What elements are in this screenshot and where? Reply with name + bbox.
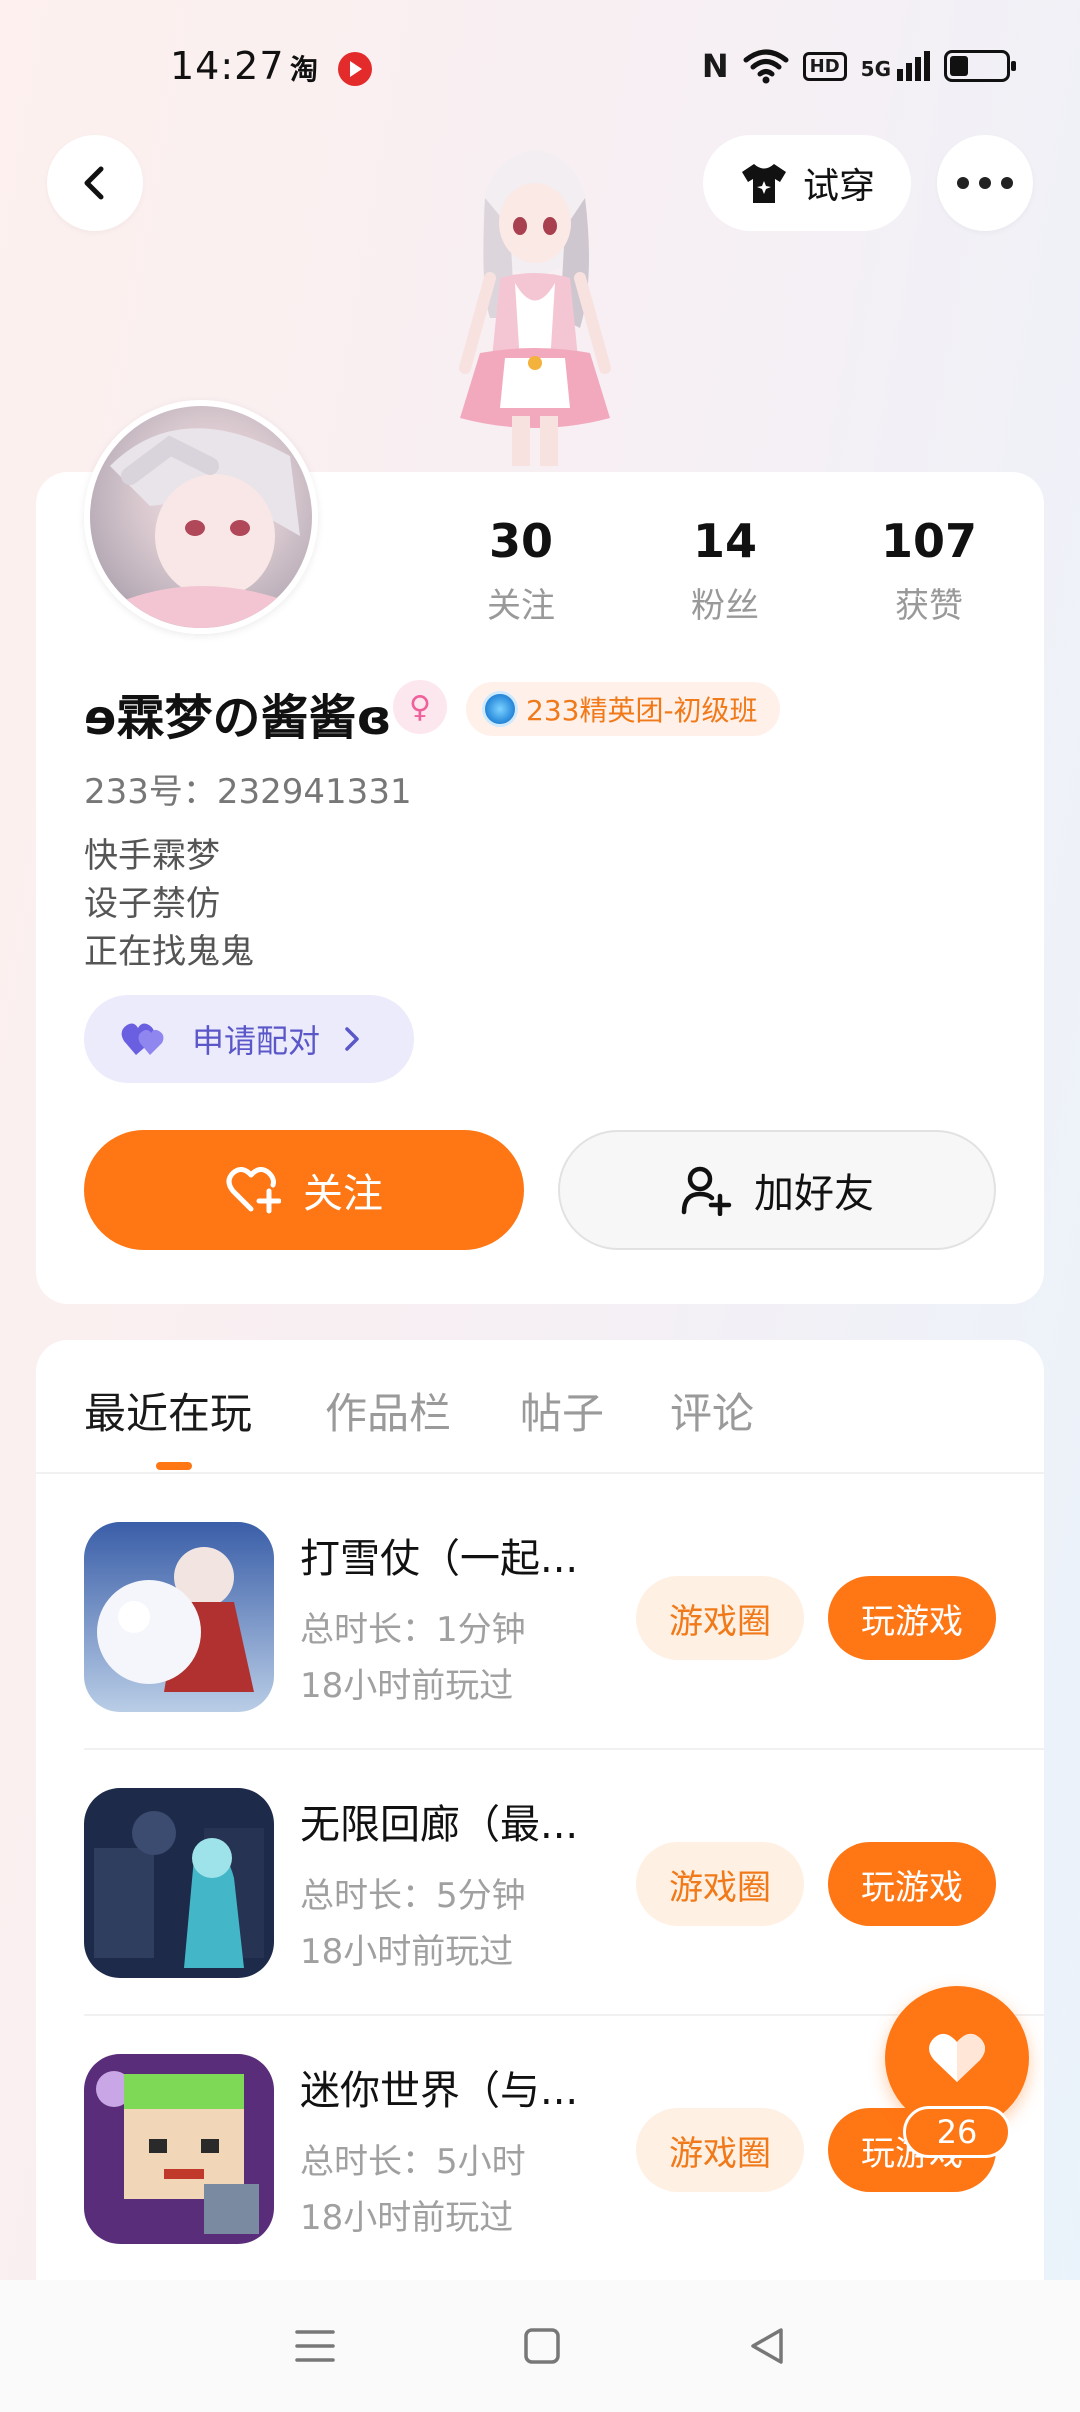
fans-count: 14	[692, 514, 757, 568]
heart-icon	[929, 2033, 985, 2082]
add-user-icon	[681, 1166, 732, 1216]
tshirt-icon	[741, 164, 786, 203]
try-on-label: 试穿	[802, 166, 875, 207]
likes-count: 107	[880, 514, 978, 568]
game-circle-button[interactable]: 游戏圈	[636, 1842, 804, 1926]
game-last-played: 18小时前玩过	[300, 1932, 514, 1972]
try-on-button[interactable]: 试穿	[703, 135, 911, 231]
likes-label: 获赞	[895, 586, 963, 626]
request-pair-button[interactable]: 申请配对	[84, 995, 414, 1083]
game-title: 打雪仗（一起...	[300, 1536, 579, 1582]
add-friend-label: 加好友	[754, 1171, 874, 1217]
game-row[interactable]: 无限回廊（最... 总时长：5分钟 18小时前玩过 游戏圈 玩游戏	[84, 1788, 1044, 1978]
network-type: 5G	[860, 57, 891, 81]
tab-posts[interactable]: 帖子	[520, 1380, 604, 1441]
chevron-left-icon	[84, 166, 104, 200]
nfc-icon: N	[701, 47, 729, 85]
follow-button[interactable]: 关注	[84, 1130, 524, 1250]
tabs-divider	[36, 1472, 1044, 1474]
game-last-played: 18小时前玩过	[300, 2198, 514, 2238]
game-title: 无限回廊（最...	[300, 1802, 579, 1848]
tab-recently-played[interactable]: 最近在玩	[84, 1380, 252, 1441]
play-game-button[interactable]: 玩游戏	[828, 1576, 996, 1660]
signal-icon: 5G	[861, 51, 930, 81]
back-triangle-icon[interactable]	[747, 2326, 787, 2366]
game-duration: 总时长：5分钟	[300, 1876, 526, 1916]
hd-icon: HD	[802, 51, 847, 81]
following-count: 30	[488, 514, 553, 568]
following-label: 关注	[487, 586, 555, 626]
game-icon-mini-world	[84, 2054, 274, 2244]
rank-badge-label: 233精英团-初级班	[526, 694, 758, 727]
game-icon-infinite-corridor	[84, 1788, 274, 1978]
avatar[interactable]	[84, 400, 318, 634]
play-game-button[interactable]: 玩游戏	[828, 1842, 996, 1926]
taobao-notification-icon: 淘	[290, 53, 319, 86]
avatar-image	[110, 428, 300, 628]
stat-likes[interactable]: 107 获赞	[829, 514, 1029, 627]
follow-label: 关注	[303, 1171, 383, 1217]
add-friend-button[interactable]: 加好友	[558, 1130, 996, 1250]
status-time: 14:27	[170, 44, 285, 88]
more-options-button[interactable]	[937, 135, 1033, 231]
avatar-character-illustration	[459, 151, 611, 466]
rank-badge[interactable]: 233精英团-初级班	[466, 682, 780, 736]
game-circle-button[interactable]: 游戏圈	[636, 2108, 804, 2192]
request-pair-label: 申请配对	[192, 1022, 321, 1060]
bio-line: 设子禁仿	[84, 884, 220, 924]
wifi-icon	[743, 49, 789, 84]
fans-label: 粉丝	[691, 586, 759, 626]
battery-icon	[944, 50, 1016, 82]
row-divider	[84, 1748, 1044, 1750]
game-duration: 总时长：5小时	[300, 2142, 526, 2182]
menu-icon[interactable]	[293, 2326, 337, 2366]
game-row[interactable]: 打雪仗（一起... 总时长：1分钟 18小时前玩过 游戏圈 玩游戏	[84, 1522, 1044, 1712]
female-gender-icon: ♀	[393, 680, 447, 734]
game-circle-button[interactable]: 游戏圈	[636, 1576, 804, 1660]
bio-line: 快手霖梦	[84, 836, 220, 876]
more-dots-icon	[957, 177, 1013, 189]
game-duration: 总时长：1分钟	[300, 1610, 526, 1650]
active-tab-indicator	[156, 1462, 192, 1470]
username: ɘ霖梦の酱酱ɞ	[84, 690, 392, 746]
bio-line: 正在找鬼鬼	[84, 932, 254, 972]
tab-works[interactable]: 作品栏	[325, 1380, 451, 1441]
chevron-right-icon	[345, 1027, 359, 1051]
user-id: 233号：232941331	[84, 772, 412, 812]
like-count-badge: 26	[903, 2106, 1011, 2158]
game-title: 迷你世界（与...	[300, 2068, 579, 2114]
heart-plus-icon	[226, 1167, 281, 1214]
system-navigation-bar	[0, 2280, 1080, 2412]
back-button[interactable]	[47, 135, 143, 231]
stat-following[interactable]: 30 关注	[421, 514, 621, 627]
game-last-played: 18小时前玩过	[300, 1666, 514, 1706]
game-icon-snowball	[84, 1522, 274, 1712]
video-notification-icon	[338, 52, 372, 86]
status-indicators: N HD 5G	[701, 44, 1016, 88]
double-heart-icon	[121, 1023, 164, 1055]
rank-medal-icon	[482, 691, 518, 727]
tab-comments[interactable]: 评论	[670, 1380, 754, 1441]
home-icon[interactable]	[522, 2326, 562, 2366]
stat-fans[interactable]: 14 粉丝	[625, 514, 825, 627]
